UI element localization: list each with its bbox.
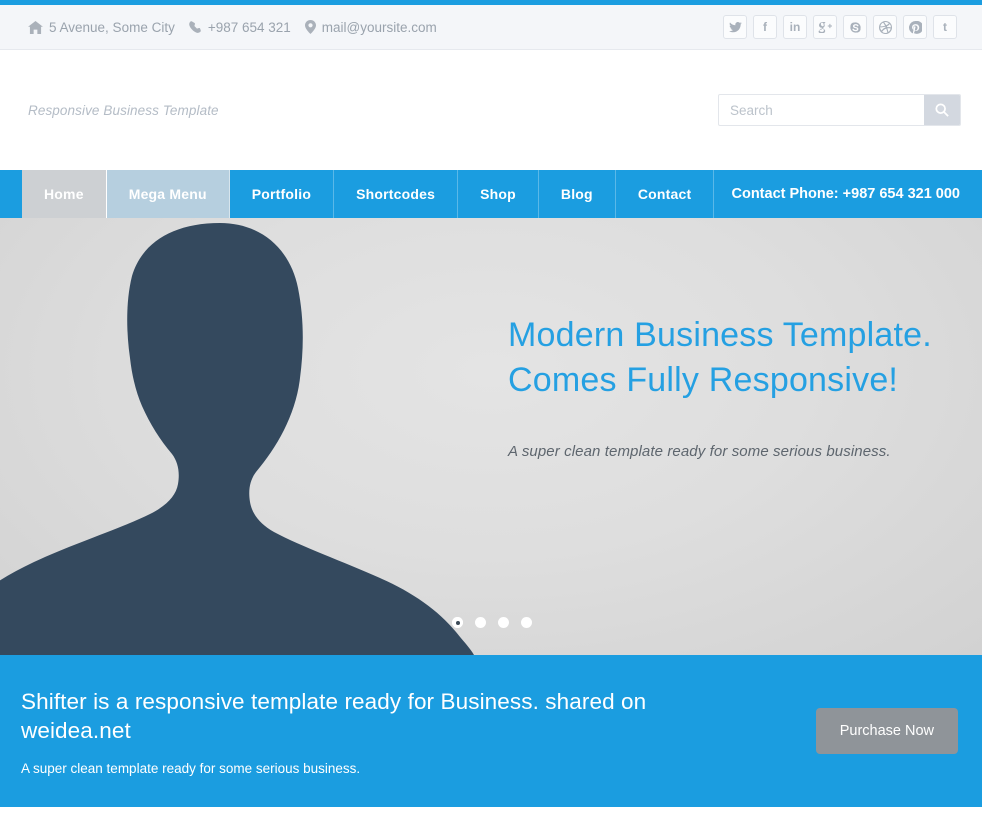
map-pin-icon <box>304 20 316 34</box>
slider-dot-4[interactable] <box>521 617 532 628</box>
hero-title: Modern Business Template. Comes Fully Re… <box>508 313 958 403</box>
slider-dot-3[interactable] <box>498 617 509 628</box>
search-icon <box>935 103 949 117</box>
phone-icon <box>189 20 202 34</box>
pinterest-icon[interactable] <box>903 15 927 39</box>
nav-item-home[interactable]: Home <box>22 170 107 218</box>
brand-row: Responsive Business Template <box>0 50 982 170</box>
page-root: 5 Avenue, Some City +987 654 321 mail@yo… <box>0 0 982 816</box>
search-button[interactable] <box>924 95 960 125</box>
search-box <box>718 94 961 126</box>
address-text: 5 Avenue, Some City <box>49 19 175 35</box>
brand-tagline: Responsive Business Template <box>28 102 219 118</box>
purchase-now-button[interactable]: Purchase Now <box>815 708 958 754</box>
top-info-bar: 5 Avenue, Some City +987 654 321 mail@yo… <box>0 5 982 50</box>
facebook-icon[interactable]: f <box>753 15 777 39</box>
nav-item-mega-menu[interactable]: Mega Menu <box>106 170 230 218</box>
social-links: f in t <box>723 15 957 39</box>
nav-contact-phone: Contact Phone: +987 654 321 000 <box>731 186 961 202</box>
linkedin-icon[interactable]: in <box>783 15 807 39</box>
hero-title-line-2: Comes Fully Responsive! <box>508 361 899 399</box>
skype-icon[interactable] <box>843 15 867 39</box>
email-info: mail@yoursite.com <box>304 19 437 35</box>
main-navigation: Home Mega Menu Portfolio Shortcodes Shop… <box>0 170 982 218</box>
call-to-action-band: Shifter is a responsive template ready f… <box>0 655 982 807</box>
phone-text: +987 654 321 <box>207 19 291 35</box>
contact-info-group: 5 Avenue, Some City +987 654 321 mail@yo… <box>28 20 437 35</box>
bottom-divider <box>0 807 982 816</box>
slider-dot-1[interactable] <box>452 617 463 628</box>
person-silhouette-image <box>0 218 520 655</box>
cta-title: Shifter is a responsive template ready f… <box>21 688 647 743</box>
email-text: mail@yoursite.com <box>321 19 437 35</box>
nav-item-portfolio[interactable]: Portfolio <box>230 170 335 218</box>
home-icon <box>28 20 43 34</box>
slider-dot-2[interactable] <box>475 617 486 628</box>
twitter-icon[interactable] <box>723 15 747 39</box>
nav-item-contact[interactable]: Contact <box>616 170 715 218</box>
tumblr-icon[interactable]: t <box>933 15 957 39</box>
address-info: 5 Avenue, Some City <box>28 20 175 35</box>
hero-slider: Modern Business Template. Comes Fully Re… <box>0 218 982 655</box>
nav-item-shop[interactable]: Shop <box>458 170 539 218</box>
nav-item-shortcodes[interactable]: Shortcodes <box>334 170 459 218</box>
dribbble-icon[interactable] <box>873 15 897 39</box>
phone-info: +987 654 321 <box>189 20 291 35</box>
hero-subtitle: A super clean template ready for some se… <box>508 443 891 460</box>
nav-left-spacer <box>0 170 22 218</box>
search-input[interactable] <box>719 95 924 125</box>
cta-text-group: Shifter is a responsive template ready f… <box>21 687 711 776</box>
slider-pagination <box>452 617 532 628</box>
hero-copy: Modern Business Template. Comes Fully Re… <box>508 313 958 460</box>
google-plus-icon[interactable] <box>813 15 837 39</box>
nav-item-blog[interactable]: Blog <box>539 170 616 218</box>
hero-title-line-1: Modern Business Template. <box>508 316 932 354</box>
cta-subtitle: A super clean template ready for some se… <box>21 760 361 776</box>
